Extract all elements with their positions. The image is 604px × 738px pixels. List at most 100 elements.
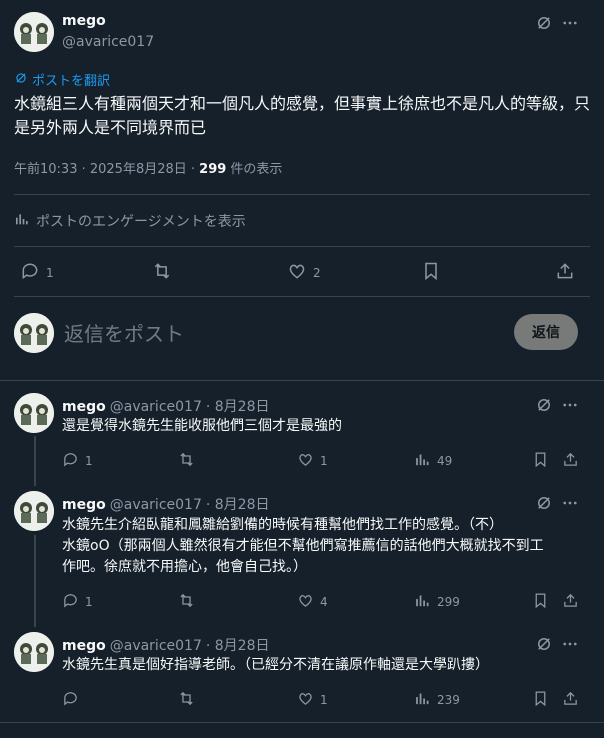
share-icon — [562, 451, 579, 471]
author-handle[interactable]: @avarice017 — [110, 638, 202, 654]
like-icon — [297, 690, 314, 710]
grok-icon[interactable] — [534, 395, 554, 415]
share-button[interactable] — [555, 261, 575, 284]
reply-date[interactable]: · 8月28日 — [206, 635, 270, 655]
view-count: 299 — [437, 595, 460, 609]
avatar[interactable] — [14, 313, 54, 353]
reply-header: mego @avarice017 · 8月28日 — [62, 635, 269, 655]
reply-count: 1 — [46, 265, 54, 280]
reply-text-line: 水鏡oO（那兩個人雖然很有才能但不幫他們寫推薦信的話他們大概就找不到工 — [62, 538, 544, 554]
author-handle[interactable]: @avarice017 — [110, 497, 202, 513]
reply-text: 水鏡先生真是個好指導老師。（已經分不清在議原作軸還是大學趴摟） — [62, 657, 489, 673]
like-icon — [287, 261, 307, 284]
more-icon[interactable] — [560, 13, 580, 33]
reply-date[interactable]: · 8月28日 — [206, 396, 270, 416]
author-name[interactable]: mego — [62, 638, 106, 654]
author-name[interactable]: mego — [62, 399, 106, 415]
grok-icon[interactable] — [534, 493, 554, 513]
like-button[interactable]: 1 — [297, 451, 328, 471]
share-icon — [562, 592, 579, 612]
thread-line — [34, 436, 36, 486]
more-icon[interactable] — [560, 395, 580, 415]
translate-icon — [14, 71, 28, 89]
divider — [14, 246, 590, 247]
bookmark-button[interactable] — [421, 261, 441, 284]
thread-line — [34, 535, 36, 627]
bookmark-icon — [532, 690, 549, 710]
reply-text: 還是覺得水鏡先生能收服他們三個才是最強的 — [62, 418, 342, 434]
analytics-button[interactable]: 49 — [414, 451, 452, 471]
reply-text: 水鏡先生介紹臥龍和鳳雛給劉備的時候有種幫他們找工作的感覺。（不） 水鏡oO（那兩… — [62, 515, 592, 578]
grok-icon[interactable] — [534, 634, 554, 654]
avatar[interactable] — [14, 632, 54, 672]
avatar[interactable] — [14, 491, 54, 531]
author-handle[interactable]: @avarice017 — [110, 399, 202, 415]
grok-icon[interactable] — [534, 13, 554, 33]
like-icon — [297, 592, 314, 612]
reply-button[interactable]: 1 — [62, 451, 93, 471]
share-button[interactable] — [562, 592, 579, 612]
bookmark-icon — [532, 451, 549, 471]
retweet-icon — [178, 592, 195, 612]
reply-submit-button[interactable]: 返信 — [514, 314, 578, 350]
like-button[interactable]: 2 — [287, 261, 321, 284]
reply-icon — [20, 261, 40, 284]
like-count: 1 — [320, 454, 328, 468]
avatar[interactable] — [14, 12, 54, 52]
share-icon — [562, 690, 579, 710]
view-count: 239 — [437, 693, 460, 707]
reply-button[interactable]: 1 — [62, 592, 93, 612]
reply-header: mego @avarice017 · 8月28日 — [62, 494, 269, 514]
reply-icon — [62, 592, 79, 612]
retweet-icon — [178, 451, 195, 471]
retweet-icon — [178, 690, 195, 710]
reply-icon — [62, 451, 79, 471]
divider — [14, 194, 590, 195]
retweet-icon — [152, 261, 172, 284]
reply-count: 1 — [85, 595, 93, 609]
analytics-button[interactable]: 239 — [414, 690, 460, 710]
bookmark-button[interactable] — [532, 592, 549, 612]
divider — [0, 722, 604, 723]
author-handle[interactable]: @avarice017 — [62, 34, 154, 50]
reply-text-line: 水鏡先生介紹臥龍和鳳雛給劉備的時候有種幫他們找工作的感覺。（不） — [62, 517, 503, 533]
engagement-link[interactable]: ポストのエンゲージメントを表示 — [14, 211, 246, 231]
reply-date[interactable]: · 8月28日 — [206, 494, 270, 514]
retweet-button[interactable] — [178, 690, 195, 710]
author-name[interactable]: mego — [62, 13, 106, 29]
view-count-suffix: 件の表示 — [226, 162, 283, 177]
like-button[interactable]: 1 — [297, 690, 328, 710]
analytics-icon — [14, 211, 30, 231]
more-icon[interactable] — [560, 493, 580, 513]
reply-header: mego @avarice017 · 8月28日 — [62, 396, 269, 416]
reply-input[interactable]: 返信をポスト — [64, 318, 184, 347]
reply-button[interactable] — [62, 690, 85, 710]
share-icon — [555, 261, 575, 284]
view-count: 299 — [199, 162, 227, 177]
bookmark-icon — [421, 261, 441, 284]
analytics-icon — [414, 690, 431, 710]
reply-count: 1 — [85, 454, 93, 468]
share-button[interactable] — [562, 451, 579, 471]
bookmark-button[interactable] — [532, 451, 549, 471]
author-name[interactable]: mego — [62, 497, 106, 513]
analytics-button[interactable]: 299 — [414, 592, 460, 612]
retweet-button[interactable] — [178, 592, 195, 612]
engagement-label: ポストのエンゲージメントを表示 — [36, 214, 246, 230]
retweet-button[interactable] — [178, 451, 195, 471]
translate-label: ポストを翻訳 — [32, 74, 111, 89]
translate-link[interactable]: ポストを翻訳 — [14, 70, 110, 89]
reply-icon — [62, 690, 79, 710]
bookmark-button[interactable] — [532, 690, 549, 710]
bookmark-icon — [532, 592, 549, 612]
reply-button[interactable]: 1 — [20, 261, 54, 284]
avatar[interactable] — [14, 393, 54, 433]
retweet-button[interactable] — [152, 261, 172, 284]
like-button[interactable]: 4 — [297, 592, 328, 612]
analytics-icon — [414, 451, 431, 471]
tweet-detail-page: mego @avarice017 ポストを翻訳 水鏡組三人有種兩個天才和一個凡人… — [0, 0, 604, 738]
share-button[interactable] — [562, 690, 579, 710]
more-icon[interactable] — [560, 634, 580, 654]
tweet-meta: 午前10:33 · 2025年8月28日 · 299 件の表示 — [14, 158, 282, 177]
tweet-timestamp[interactable]: 午前10:33 · 2025年8月28日 · — [14, 162, 199, 177]
